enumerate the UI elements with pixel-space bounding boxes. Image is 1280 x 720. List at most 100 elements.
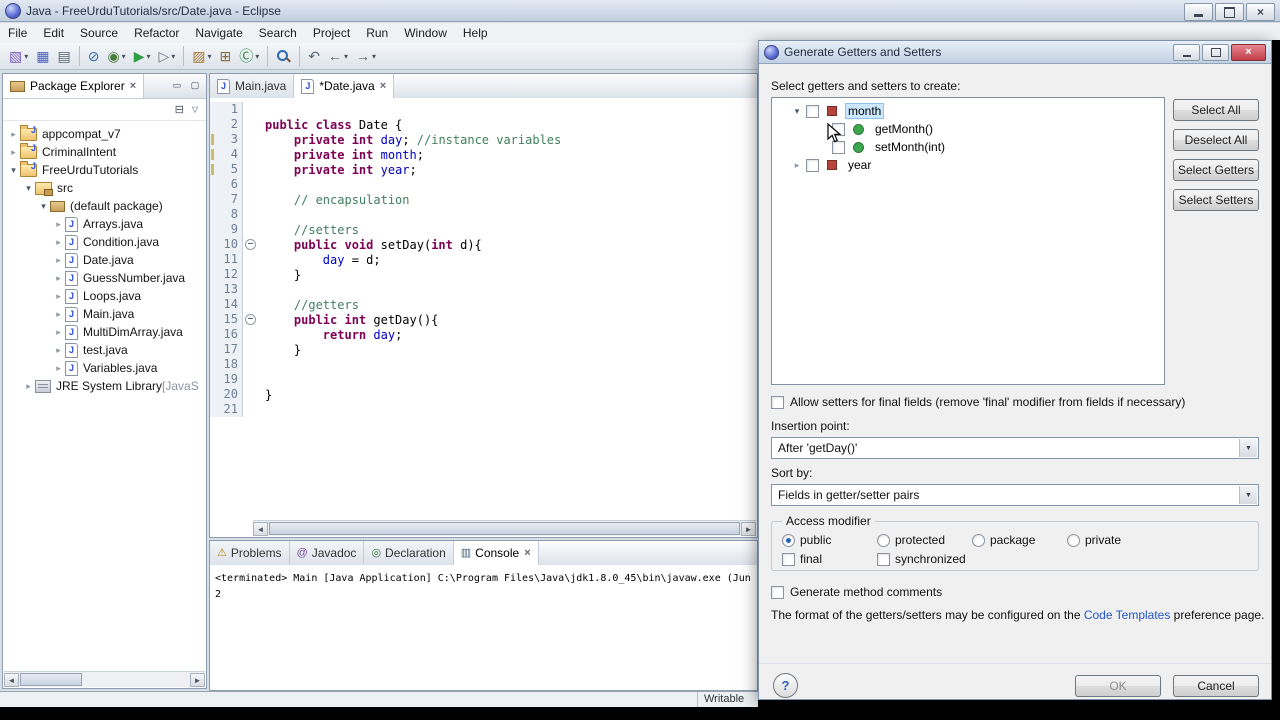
menu-refactor[interactable]: Refactor xyxy=(126,24,187,42)
editor-tab-main-java[interactable]: JMain.java xyxy=(210,74,294,98)
insertion-point-combo[interactable]: After 'getDay()' xyxy=(771,437,1259,459)
ok-button[interactable]: OK xyxy=(1075,675,1161,697)
tree-item-variables-java[interactable]: ▸JVariables.java xyxy=(3,359,206,377)
collapsed-arrow-icon[interactable]: ▸ xyxy=(52,309,65,320)
menu-window[interactable]: Window xyxy=(396,24,455,42)
collapsed-arrow-icon[interactable]: ▸ xyxy=(52,255,65,266)
radio-protected[interactable]: protected xyxy=(877,533,972,547)
dialog-minimize-button[interactable] xyxy=(1173,44,1200,61)
maximize-button[interactable] xyxy=(1215,3,1244,21)
dialog-tree-item-month[interactable]: ▾month xyxy=(772,102,1164,120)
collapsed-arrow-icon[interactable]: ▸ xyxy=(52,291,65,302)
scroll-right-icon[interactable]: ► xyxy=(741,522,756,536)
debug-button[interactable]: ◉▾ xyxy=(103,45,129,67)
last-edit-location-button[interactable]: ↶ xyxy=(304,45,324,67)
allow-setters-checkbox[interactable]: Allow setters for final fields (remove '… xyxy=(771,395,1185,409)
expanded-arrow-icon[interactable]: ▾ xyxy=(22,183,35,194)
scrollbar-thumb[interactable] xyxy=(20,673,82,686)
collapsed-arrow-icon[interactable]: ▸ xyxy=(52,273,65,284)
tree-item-appcompat-v7[interactable]: ▸appcompat_v7 xyxy=(3,125,206,143)
minimize-view-icon[interactable]: ▭ xyxy=(170,78,184,92)
collapse-fold-icon[interactable] xyxy=(245,314,256,325)
collapsed-arrow-icon[interactable]: ▸ xyxy=(22,381,35,392)
forward-button[interactable]: →▾ xyxy=(352,45,380,67)
view-menu-icon[interactable]: ▽ xyxy=(192,105,198,114)
close-view-icon[interactable]: × xyxy=(130,80,136,92)
menu-project[interactable]: Project xyxy=(305,24,358,42)
console-content[interactable]: <terminated> Main [Java Application] C:\… xyxy=(210,565,757,690)
expanded-arrow-icon[interactable]: ▾ xyxy=(7,165,20,176)
collapsed-arrow-icon[interactable]: ▸ xyxy=(52,345,65,356)
expanded-arrow-icon[interactable]: ▾ xyxy=(37,201,50,212)
collapsed-arrow-icon[interactable]: ▸ xyxy=(52,219,65,230)
cancel-button[interactable]: Cancel xyxy=(1173,675,1259,697)
collapsed-arrow-icon[interactable]: ▸ xyxy=(788,160,806,171)
checkbox[interactable] xyxy=(806,159,819,172)
tab-package-explorer[interactable]: Package Explorer × xyxy=(3,74,144,98)
tab-declaration[interactable]: ◎Declaration xyxy=(364,541,453,565)
print-button[interactable]: ▤ xyxy=(53,45,74,67)
run-button[interactable]: ▶▾ xyxy=(130,45,155,67)
collapse-all-icon[interactable]: ⊟ xyxy=(175,103,184,116)
code-templates-link[interactable]: Code Templates xyxy=(1084,608,1171,622)
editor-hscrollbar[interactable]: ◄ ► xyxy=(253,520,756,536)
tab-console[interactable]: ▥Console× xyxy=(454,541,539,565)
menu-file[interactable]: File xyxy=(0,24,35,42)
select-setters-button[interactable]: Select Setters xyxy=(1173,189,1259,211)
sort-by-combo[interactable]: Fields in getter/setter pairs xyxy=(771,484,1259,506)
external-tools-button[interactable]: ▷▾ xyxy=(154,45,179,67)
collapsed-arrow-icon[interactable]: ▸ xyxy=(7,129,20,140)
dialog-tree-item-year[interactable]: ▸year xyxy=(772,156,1164,174)
new-class-button[interactable]: Ⓒ▾ xyxy=(235,45,263,67)
menu-help[interactable]: Help xyxy=(455,24,496,42)
new-package-button[interactable]: ⊞ xyxy=(216,45,236,67)
radio-private[interactable]: private xyxy=(1067,533,1162,547)
collapsed-arrow-icon[interactable]: ▸ xyxy=(52,327,65,338)
close-tab-icon[interactable]: × xyxy=(524,547,530,559)
tree-item-freeurdututorials[interactable]: ▾FreeUrduTutorials xyxy=(3,161,206,179)
editor-tab-date-java[interactable]: J*Date.java× xyxy=(294,74,394,98)
select-getters-button[interactable]: Select Getters xyxy=(1173,159,1259,181)
expanded-arrow-icon[interactable]: ▾ xyxy=(788,106,806,117)
scroll-left-icon[interactable]: ◄ xyxy=(253,522,268,536)
radio-package[interactable]: package xyxy=(972,533,1067,547)
package-explorer-hscrollbar[interactable]: ◄ ► xyxy=(4,671,205,687)
checkbox-final[interactable]: final xyxy=(782,552,877,566)
tree-item-condition-java[interactable]: ▸JCondition.java xyxy=(3,233,206,251)
tab-problems[interactable]: ⚠Problems xyxy=(210,541,290,565)
tree-item-date-java[interactable]: ▸JDate.java xyxy=(3,251,206,269)
tree-item-main-java[interactable]: ▸JMain.java xyxy=(3,305,206,323)
scrollbar-thumb[interactable] xyxy=(269,522,740,535)
menu-edit[interactable]: Edit xyxy=(35,24,72,42)
tree-item-test-java[interactable]: ▸Jtest.java xyxy=(3,341,206,359)
code-editor[interactable]: 12public class Date {3 private int day; … xyxy=(210,98,757,521)
checkbox[interactable] xyxy=(806,105,819,118)
menu-run[interactable]: Run xyxy=(358,24,396,42)
generate-comments-checkbox[interactable]: Generate method comments xyxy=(771,585,942,599)
collapsed-arrow-icon[interactable]: ▸ xyxy=(52,237,65,248)
scroll-right-icon[interactable]: ► xyxy=(190,673,205,687)
tree-item-guessnumber-java[interactable]: ▸JGuessNumber.java xyxy=(3,269,206,287)
minimize-button[interactable] xyxy=(1184,3,1213,21)
back-button[interactable]: ←▾ xyxy=(324,45,352,67)
tree-item-multidimarray-java[interactable]: ▸JMultiDimArray.java xyxy=(3,323,206,341)
tree-item-loops-java[interactable]: ▸JLoops.java xyxy=(3,287,206,305)
close-tab-icon[interactable]: × xyxy=(380,80,386,92)
new-java-project-button[interactable]: ▨▾ xyxy=(188,45,215,67)
collapsed-arrow-icon[interactable]: ▸ xyxy=(7,147,20,158)
new-wizard-button[interactable]: ▧▾ xyxy=(5,45,32,67)
radio-public[interactable]: public xyxy=(782,533,877,547)
tree-item-jre-system-library[interactable]: ▸JRE System Library [JavaS xyxy=(3,377,206,395)
tab-javadoc[interactable]: @Javadoc xyxy=(290,541,365,565)
select-all-button[interactable]: Select All xyxy=(1173,99,1259,121)
dialog-maximize-button[interactable] xyxy=(1202,44,1229,61)
menu-search[interactable]: Search xyxy=(251,24,305,42)
search-button[interactable] xyxy=(272,45,295,67)
tree-item-criminalintent[interactable]: ▸CriminalIntent xyxy=(3,143,206,161)
tree-item-arrays-java[interactable]: ▸JArrays.java xyxy=(3,215,206,233)
deselect-all-button[interactable]: Deselect All xyxy=(1173,129,1259,151)
dialog-close-button[interactable]: × xyxy=(1231,44,1266,61)
collapse-fold-icon[interactable] xyxy=(245,239,256,250)
save-button[interactable]: ▦ xyxy=(32,45,53,67)
skip-breakpoints-button[interactable]: ⊘ xyxy=(84,45,104,67)
